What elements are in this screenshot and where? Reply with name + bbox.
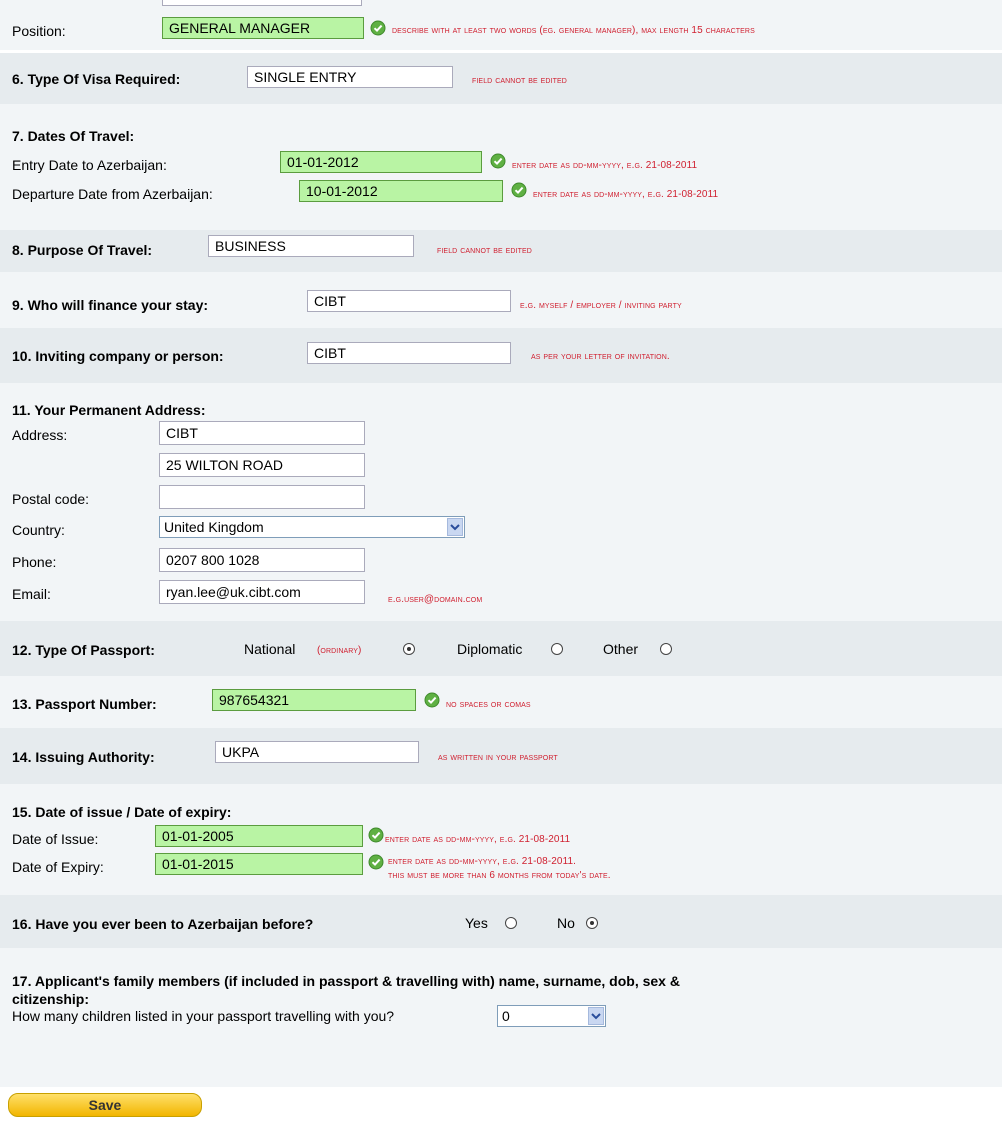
finance-label: 9. Who will finance your stay: bbox=[12, 297, 209, 313]
country-label: Country: bbox=[12, 522, 65, 538]
entry-hint: Enter date as DD-MM-YYYY, e.g. 21-08-201… bbox=[512, 160, 698, 171]
issue-expiry-heading: 15. Date of issue / Date of expiry: bbox=[12, 804, 232, 820]
check-icon bbox=[511, 182, 527, 198]
passport-type-label: 12. Type Of Passport: bbox=[12, 642, 155, 658]
expiry-date-input[interactable]: 01-01-2015 bbox=[155, 853, 363, 875]
save-button[interactable]: Save bbox=[8, 1093, 202, 1117]
address-section: 11. Your Permanent Address: Address: CIB… bbox=[0, 383, 1002, 621]
check-icon bbox=[368, 854, 384, 870]
family-heading-line1: 17. Applicant's family members (if inclu… bbox=[12, 973, 680, 989]
check-icon bbox=[370, 20, 386, 36]
phone-input[interactable]: 0207 800 1028 bbox=[159, 548, 365, 572]
dropdown-arrow-icon[interactable] bbox=[588, 1007, 604, 1025]
passport-number-label: 13. Passport Number: bbox=[12, 696, 157, 712]
position-hint: Describe with at least two words (eg. Ge… bbox=[392, 25, 755, 36]
issue-date-input[interactable]: 01-01-2005 bbox=[155, 825, 363, 847]
position-label: Position: bbox=[12, 23, 66, 39]
postal-code-input[interactable] bbox=[159, 485, 365, 509]
position-input[interactable]: GENERAL MANAGER bbox=[162, 17, 364, 39]
purpose-input[interactable]: BUSINESS bbox=[208, 235, 414, 257]
purpose-label: 8. Purpose Of Travel: bbox=[12, 242, 153, 258]
address-line1-input[interactable]: CIBT bbox=[159, 421, 365, 445]
other-label: Other bbox=[603, 641, 639, 657]
authority-hint: As written in your passport bbox=[438, 752, 558, 763]
children-count-select[interactable]: 0 bbox=[497, 1005, 606, 1027]
expiry-hint-format: Enter date as DD-MM-YYYY, e.g. 21-08-201… bbox=[388, 856, 577, 867]
dropdown-arrow-icon[interactable] bbox=[447, 518, 463, 536]
children-count-value: 0 bbox=[502, 1008, 510, 1024]
yes-label: Yes bbox=[465, 915, 488, 931]
address-heading: 11. Your Permanent Address: bbox=[12, 402, 206, 418]
country-select[interactable]: United Kingdom bbox=[159, 516, 465, 538]
issue-label: Date of Issue: bbox=[12, 831, 99, 847]
travel-section: 7. Dates Of Travel: Entry Date to Azerba… bbox=[0, 104, 1002, 230]
finance-hint: e.g. Myself / Employer / Inviting Party bbox=[520, 300, 682, 311]
departure-hint: Enter date as DD-MM-YYYY, e.g. 21-08-201… bbox=[533, 189, 719, 200]
passport-type-section: 12. Type Of Passport: National (ordinary… bbox=[0, 621, 1002, 676]
visa-label: 6. Type Of Visa Required: bbox=[12, 71, 181, 87]
authority-input[interactable]: UKPA bbox=[215, 741, 419, 763]
phone-label: Phone: bbox=[12, 554, 57, 570]
expiry-hint-validity: This must be more than 6 months from tod… bbox=[388, 870, 611, 881]
visa-input[interactable]: SINGLE ENTRY bbox=[247, 66, 453, 88]
expiry-label: Date of Expiry: bbox=[12, 859, 104, 875]
travel-heading: 7. Dates Of Travel: bbox=[12, 128, 135, 144]
position-row: Position: GENERAL MANAGER Describe with … bbox=[0, 0, 1002, 50]
no-label: No bbox=[557, 915, 575, 931]
diplomatic-radio[interactable] bbox=[551, 643, 563, 655]
visa-hint: Field cannot be edited bbox=[472, 75, 567, 86]
authority-section: 14. Issuing Authority: UKPA As written i… bbox=[0, 728, 1002, 784]
passport-number-hint: No spaces or comas bbox=[446, 699, 531, 710]
email-input[interactable]: ryan.lee@uk.cibt.com bbox=[159, 580, 365, 604]
inviting-section: 10. Inviting company or person: CIBT As … bbox=[0, 328, 1002, 383]
national-radio[interactable] bbox=[403, 643, 415, 655]
ordinary-label: (ordinary) bbox=[317, 645, 362, 656]
been-before-section: 16. Have you ever been to Azerbaijan bef… bbox=[0, 895, 1002, 948]
no-radio[interactable] bbox=[586, 917, 598, 929]
check-icon bbox=[424, 692, 440, 708]
purpose-hint: Field cannot be edited bbox=[437, 245, 532, 256]
inviting-hint: As per your letter of invitation. bbox=[531, 351, 670, 362]
authority-label: 14. Issuing Authority: bbox=[12, 749, 155, 765]
issue-hint: Enter date as DD-MM-YYYY, e.g. 21-08-201… bbox=[385, 834, 571, 845]
country-value: United Kingdom bbox=[164, 519, 264, 535]
visa-section: 6. Type Of Visa Required: SINGLE ENTRY F… bbox=[0, 53, 1002, 104]
passport-number-input[interactable]: 987654321 bbox=[212, 689, 416, 711]
email-hint: e.g.user@domain.com bbox=[388, 594, 483, 605]
children-label: How many children listed in your passpor… bbox=[12, 1008, 395, 1024]
inviting-input[interactable]: CIBT bbox=[307, 342, 511, 364]
finance-section: 9. Who will finance your stay: CIBT e.g.… bbox=[0, 272, 1002, 328]
check-icon bbox=[490, 153, 506, 169]
entry-label: Entry Date to Azerbaijan: bbox=[12, 157, 167, 173]
check-icon bbox=[368, 827, 384, 843]
email-label: Email: bbox=[12, 586, 51, 602]
issue-expiry-section: 15. Date of issue / Date of expiry: Date… bbox=[0, 784, 1002, 895]
finance-input[interactable]: CIBT bbox=[307, 290, 511, 312]
address-line2-input[interactable]: 25 WILTON ROAD bbox=[159, 453, 365, 477]
address-label: Address: bbox=[12, 427, 68, 443]
purpose-section: 8. Purpose Of Travel: BUSINESS Field can… bbox=[0, 230, 1002, 272]
passport-number-section: 13. Passport Number: 987654321 No spaces… bbox=[0, 676, 1002, 728]
postal-label: Postal code: bbox=[12, 491, 90, 507]
departure-date-input[interactable]: 10-01-2012 bbox=[299, 180, 503, 202]
departure-label: Departure Date from Azerbaijan: bbox=[12, 186, 213, 202]
family-heading-line2: citizenship: bbox=[12, 991, 90, 1007]
entry-date-input[interactable]: 01-01-2012 bbox=[280, 151, 482, 173]
inviting-label: 10. Inviting company or person: bbox=[12, 348, 224, 364]
been-before-label: 16. Have you ever been to Azerbaijan bef… bbox=[12, 916, 314, 932]
diplomatic-label: Diplomatic bbox=[457, 641, 523, 657]
other-radio[interactable] bbox=[660, 643, 672, 655]
national-label: National bbox=[244, 641, 296, 657]
previous-field-edge bbox=[162, 0, 362, 6]
yes-radio[interactable] bbox=[505, 917, 517, 929]
family-section: 17. Applicant's family members (if inclu… bbox=[0, 948, 1002, 1087]
